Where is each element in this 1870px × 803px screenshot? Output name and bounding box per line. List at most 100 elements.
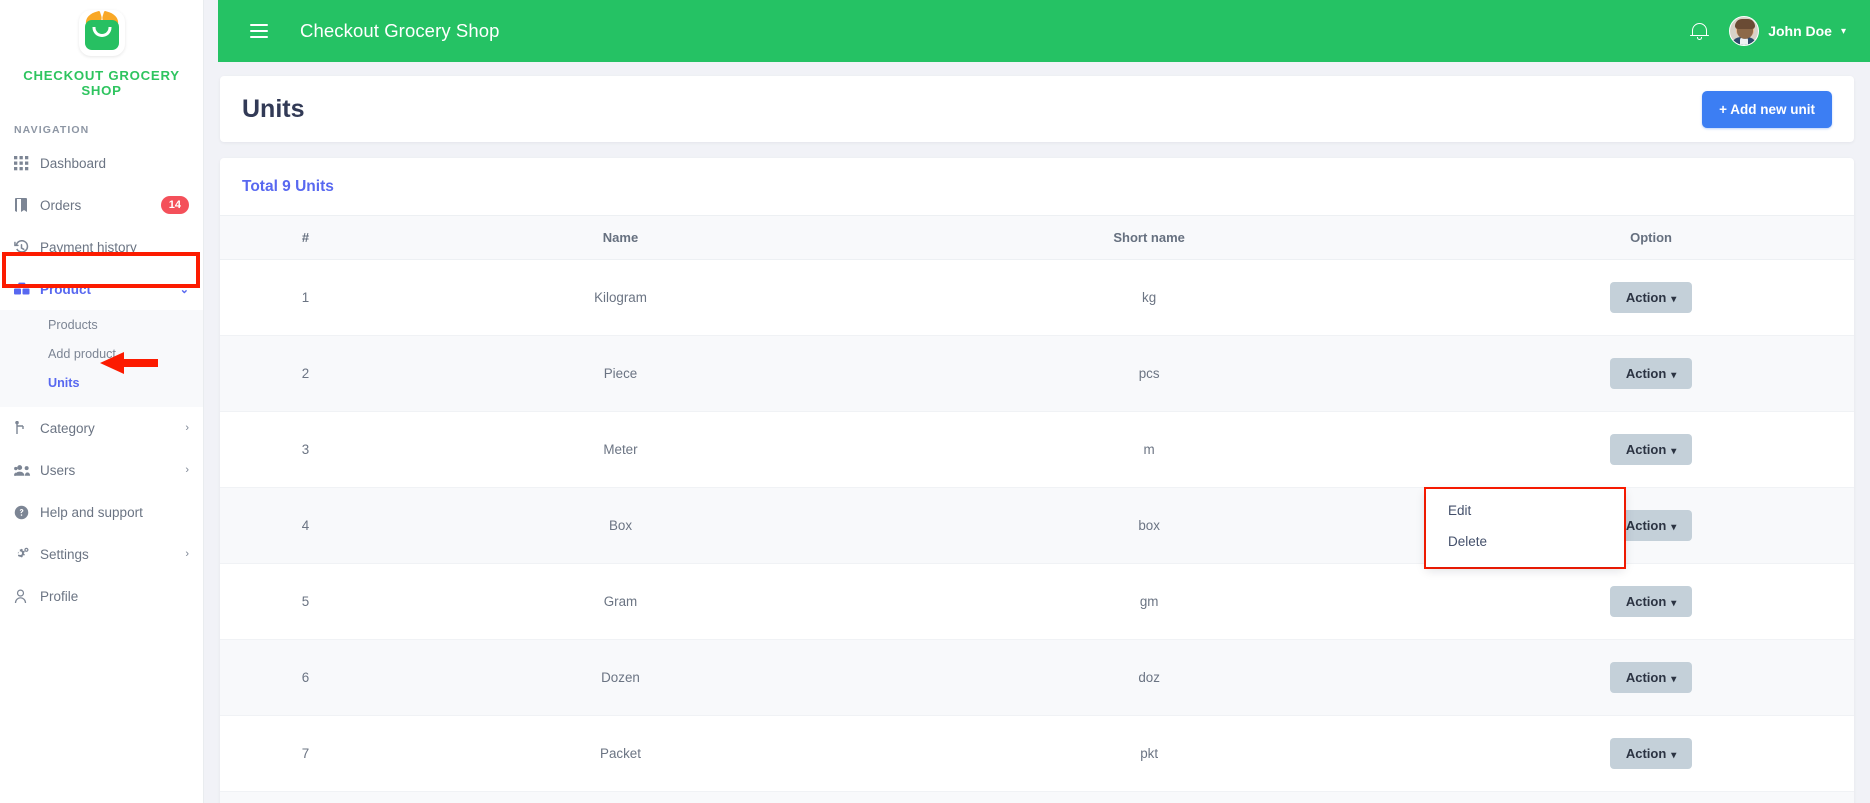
table-header-row: # Name Short name Option: [220, 215, 1854, 260]
sidebar-item-label: Orders: [40, 197, 82, 213]
brand-name: CHECKOUT GROCERY SHOP: [23, 68, 180, 98]
orders-count-badge: 14: [160, 195, 189, 215]
cell-name: Meter: [390, 411, 851, 488]
chevron-down-icon: ▾: [1671, 750, 1677, 761]
cell-short-name: box: [850, 487, 1449, 564]
column-header-option: Option: [1448, 215, 1854, 260]
cell-name: Piece: [390, 335, 851, 412]
action-button[interactable]: Action ▾: [1609, 586, 1693, 617]
action-button[interactable]: Action ▾: [1609, 434, 1693, 465]
add-new-unit-button[interactable]: + Add new unit: [1702, 90, 1832, 128]
sidebar-subitem-units[interactable]: Units: [0, 368, 203, 397]
chevron-right-icon: ›: [185, 548, 189, 560]
action-button[interactable]: Action ▾: [1609, 282, 1693, 313]
table-row: 1 Kilogram kg Action ▾: [220, 259, 1854, 336]
action-button-label: Action: [1625, 442, 1667, 457]
cell-short-name: liter: [850, 791, 1449, 803]
sidebar-subitem-add-product[interactable]: Add product: [0, 339, 203, 368]
users-icon: [14, 464, 40, 477]
top-header-bar: Checkout Grocery Shop John Doe ▾: [218, 0, 1870, 62]
cell-option: Action▾: [1448, 563, 1854, 640]
nav-section-label: NAVIGATION: [14, 124, 90, 136]
cell-index: 3: [220, 411, 391, 488]
cell-index: 5: [220, 563, 391, 640]
page-title: Units: [242, 94, 305, 123]
cell-index: 7: [220, 715, 391, 792]
cell-short-name: pkt: [850, 715, 1449, 792]
cell-short-name: doz: [850, 639, 1449, 716]
action-button-label: Action: [1625, 746, 1667, 761]
question-circle-icon: [14, 505, 40, 520]
action-dropdown-menu[interactable]: Edit Delete: [1426, 489, 1624, 567]
action-button-label: Action: [1625, 366, 1667, 381]
sidebar-item-label: Payment history: [40, 239, 137, 255]
action-button[interactable]: Action ▾: [1609, 738, 1693, 769]
cell-option: Action▾: [1448, 335, 1854, 412]
user-name: John Doe: [1768, 23, 1832, 39]
user-menu[interactable]: John Doe ▾: [1729, 16, 1846, 46]
cell-index: 2: [220, 335, 391, 412]
chevron-down-icon: ▾: [1671, 674, 1677, 685]
sidebar-item-label: Profile: [40, 588, 79, 604]
sidebar-item-label: Product: [40, 281, 92, 297]
sidebar-item-label: Category: [40, 420, 95, 436]
cell-option: Action ▾: [1448, 715, 1854, 792]
sidebar-item-profile[interactable]: Profile: [0, 575, 203, 617]
action-button-label: Action: [1625, 594, 1667, 609]
cell-option: Action▾: [1448, 791, 1854, 803]
sidebar-item-category[interactable]: Category ›: [0, 407, 203, 449]
chevron-right-icon: ›: [185, 464, 189, 476]
page-header-card: Units + Add new unit: [220, 76, 1854, 142]
cell-name: Gram: [390, 563, 851, 640]
chevron-down-icon: ▾: [1840, 25, 1846, 37]
table-header: # Name Short name Option: [220, 215, 1854, 260]
sidebar-item-label: Settings: [40, 546, 89, 562]
gears-icon: [14, 547, 40, 562]
action-button-label: Action: [1625, 670, 1667, 685]
table-row: 7 Packet pkt Action ▾: [220, 715, 1854, 792]
sidebar-item-product[interactable]: Product ⌄: [0, 268, 203, 310]
history-icon: [14, 239, 40, 255]
table-row: 5 Gram gm Action ▾: [220, 563, 1854, 640]
dropdown-item-edit[interactable]: Edit: [1426, 495, 1624, 526]
table-row: 2 Piece pcs Action ▾: [220, 335, 1854, 412]
sidebar-item-users[interactable]: Users ›: [0, 449, 203, 491]
top-header-actions: John Doe ▾: [1690, 16, 1870, 46]
cell-name: Packet: [390, 715, 851, 792]
cell-index: 4: [220, 487, 391, 564]
action-button[interactable]: Action ▾: [1609, 662, 1693, 693]
sidebar-item-help-and-support[interactable]: Help and support: [0, 491, 203, 533]
column-header-short-name: Short name: [850, 215, 1449, 260]
cell-name: Liter: [390, 791, 851, 803]
column-header-name: Name: [390, 215, 851, 260]
cell-name: Box: [390, 487, 851, 564]
book-icon: [14, 197, 40, 213]
cell-option: Action ▾: [1448, 639, 1854, 716]
main-content: Units + Add new unit Total 9 Units # Nam…: [204, 62, 1870, 803]
units-table-card: Total 9 Units # Name Short name Option 1…: [220, 158, 1854, 803]
chevron-down-icon: ⌄: [179, 283, 189, 296]
chevron-right-icon: ›: [185, 422, 189, 434]
cell-name: Kilogram: [390, 259, 851, 336]
action-button-label: Action: [1625, 518, 1667, 533]
cell-option: Action ▾: [1448, 411, 1854, 488]
bell-icon[interactable]: [1690, 21, 1710, 41]
app-title: Checkout Grocery Shop: [300, 20, 500, 41]
sidebar-subitem-products[interactable]: Products: [0, 310, 203, 339]
column-header-index: #: [220, 215, 391, 260]
chevron-down-icon: ▾: [1671, 522, 1677, 533]
sidebar-item-payment-history[interactable]: Payment history: [0, 226, 203, 268]
sidebar-item-orders[interactable]: Orders 14: [0, 184, 203, 226]
sitemap-icon: [14, 420, 40, 436]
chevron-down-icon: ▾: [1671, 446, 1677, 457]
sidebar-item-settings[interactable]: Settings ›: [0, 533, 203, 575]
cell-index: 8: [220, 791, 391, 803]
action-button[interactable]: Action ▾: [1609, 358, 1693, 389]
dropdown-item-delete[interactable]: Delete: [1426, 526, 1624, 557]
table-row: 8LiterliterAction▾: [220, 791, 1854, 803]
sidebar-item-label: Help and support: [40, 504, 143, 520]
hamburger-icon[interactable]: [250, 24, 268, 38]
total-units-label: Total 9 Units: [242, 178, 334, 195]
sidebar-item-dashboard[interactable]: Dashboard: [0, 142, 203, 184]
brand-logo[interactable]: [0, 0, 203, 58]
